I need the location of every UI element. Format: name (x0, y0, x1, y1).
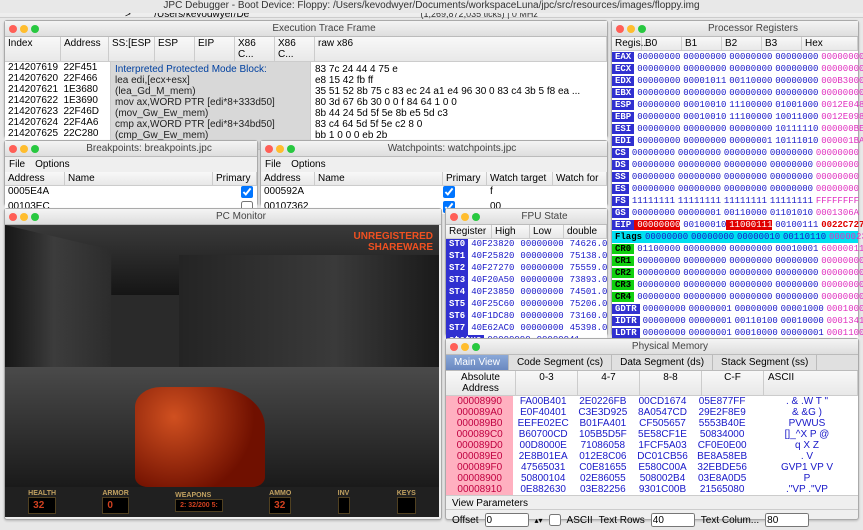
col-index[interactable]: Index (5, 37, 61, 61)
reg-col-name[interactable]: Regis... (612, 37, 642, 50)
reg-title: Processor Registers (652, 23, 854, 34)
trace-panel: Execution Trace Frame Index Address SS:[… (4, 20, 608, 138)
hud-ammo-label: AMMO (269, 490, 291, 497)
fpu-col-reg[interactable]: Register (446, 225, 492, 238)
menu-tools[interactable]: To: (100, 3, 113, 14)
wp-traffic[interactable] (265, 145, 295, 153)
bp-menu-options[interactable]: Options (35, 159, 69, 170)
view-params: Offset ▴▾ ASCII Text Rows Text Colum... (446, 509, 858, 530)
mem-col-ascii[interactable]: ASCII (764, 371, 858, 395)
fpu-col-double[interactable]: double (564, 225, 607, 238)
col-eip[interactable]: EIP (195, 37, 235, 61)
reg-col-b2[interactable]: B2 (722, 37, 762, 50)
menu-run[interactable]: Ru (75, 3, 88, 14)
mon-traffic[interactable] (9, 213, 39, 221)
bp-col-addr[interactable]: Address (5, 172, 65, 185)
wp-menu-options[interactable]: Options (291, 159, 325, 170)
hud-health: 32 (28, 497, 56, 514)
hud-inv-label: INV (338, 490, 351, 497)
wp-title: Watchpoints: watchpoints.jpc (301, 143, 603, 154)
watchpoints-panel: Watchpoints: watchpoints.jpc File Option… (260, 140, 608, 206)
trace-title: Execution Trace Frame (45, 23, 603, 34)
status-right: CDecoded: (1099396547 x86 Instr) | Execu… (421, 0, 851, 19)
fpu-rows[interactable]: ST040F238200000000074626.0ST140F25820000… (446, 239, 607, 347)
hud-keys-label: KEYS (397, 490, 416, 497)
path-text: /Users/kevodwyer/Documents/workspace HD … (154, 0, 414, 20)
mem-tab-main[interactable]: Main View (446, 355, 509, 370)
col-x86c1[interactable]: X86 C... (235, 37, 275, 61)
fpu-col-low[interactable]: Low (530, 225, 564, 238)
reg-col-b1[interactable]: B1 (682, 37, 722, 50)
menu-actions[interactable]: Acti (12, 3, 29, 14)
pc-monitor-panel: PC Monitor UNREGISTEREDSHAREWARE HEALTH3… (4, 208, 442, 520)
wp-col-name[interactable]: Name (315, 172, 443, 185)
vp-offset-input[interactable] (485, 513, 529, 527)
col-ssesp[interactable]: SS:[ESP (109, 37, 155, 61)
bp-traffic[interactable] (9, 145, 39, 153)
hud-inv (338, 497, 351, 514)
hud: HEALTH32 ARMOR0 WEAPONS2: 32/200 5: AMMO… (5, 487, 439, 517)
disassembly: Interpreted Protected Mode Block:lea edi… (111, 62, 311, 149)
unreg-1: UNREGISTERED (354, 231, 433, 242)
reg-col-b0[interactable]: B0 (642, 37, 682, 50)
col-address[interactable]: Address (61, 37, 109, 61)
fpu-traffic[interactable] (450, 213, 480, 221)
hud-keys (397, 497, 416, 514)
bp-menu-file[interactable]: File (9, 159, 25, 170)
trace-traffic[interactable] (9, 25, 39, 33)
col-x86c2[interactable]: X86 C... (275, 37, 315, 61)
mem-col-47[interactable]: 4-7 (578, 371, 640, 395)
hud-weapons-label: WEAPONS (175, 492, 223, 499)
fpu-title: FPU State (486, 211, 603, 222)
col-raw[interactable]: raw x86 (315, 37, 607, 61)
vp-ascii-check[interactable] (549, 514, 561, 526)
memory-panel: Physical Memory Main View Code Segment (… (445, 338, 859, 520)
hud-health-label: HEALTH (28, 490, 56, 497)
vp-rows-input[interactable] (651, 513, 695, 527)
menu-windows[interactable]: Winc (41, 3, 63, 14)
wp-menu-file[interactable]: File (265, 159, 281, 170)
mem-tabs[interactable]: Main View Code Segment (cs) Data Segment… (446, 355, 858, 371)
menu-fd[interactable]: FD > (125, 0, 144, 20)
bp-col-primary[interactable]: Primary (213, 172, 257, 185)
reg-rows[interactable]: EAX0000000000000000000000000000000000000… (612, 51, 858, 339)
mon-title: PC Monitor (45, 211, 437, 222)
menubar[interactable]: Acti Winc Ru To: FD > /Users/kevodwyer/D… (0, 0, 863, 18)
col-esp[interactable]: ESP (155, 37, 195, 61)
breakpoints-panel: Breakpoints: breakpoints.jpc File Option… (4, 140, 258, 206)
mem-tab-ds[interactable]: Data Segment (ds) (612, 355, 713, 370)
reg-traffic[interactable] (616, 25, 646, 33)
fpu-col-high[interactable]: High (492, 225, 530, 238)
bp-col-name[interactable]: Name (65, 172, 213, 185)
wp-col-primary[interactable]: Primary (443, 172, 487, 185)
game-screen: UNREGISTEREDSHAREWARE HEALTH32 ARMOR0 WE… (5, 225, 439, 517)
mem-traffic[interactable] (450, 343, 480, 351)
mem-col-03[interactable]: 0-3 (516, 371, 578, 395)
reg-col-b3[interactable]: B3 (762, 37, 802, 50)
mem-rows[interactable]: 00008990FA00B4012E0226FB00CD167405E877FF… (446, 396, 858, 495)
hud-ammo: 32 (269, 497, 291, 514)
vp-label: View Parameters (446, 495, 858, 509)
wp-col-target[interactable]: Watch target (487, 172, 553, 185)
unreg-2: SHAREWARE (354, 242, 433, 253)
trace-index-list[interactable]: 21420761922F45121420762022F4662142076211… (5, 62, 111, 149)
mem-col-addr[interactable]: Absolute Address (446, 371, 516, 395)
reg-col-hex[interactable]: Hex (802, 37, 858, 50)
fpu-panel: FPU State Register High Low double ST040… (445, 208, 608, 336)
vp-cols-input[interactable] (765, 513, 809, 527)
hud-armor: 0 (102, 497, 128, 514)
wp-col-addr[interactable]: Address (261, 172, 315, 185)
mem-title: Physical Memory (486, 341, 854, 352)
wp-col-for[interactable]: Watch for (553, 172, 607, 185)
hud-weapons: 2: 32/200 5: (175, 499, 223, 512)
mem-col-cf[interactable]: C-F (702, 371, 764, 395)
registers-panel: Processor Registers Regis... B0 B1 B2 B3… (611, 20, 859, 336)
mem-col-8b[interactable]: 8-8 (640, 371, 702, 395)
vp-stepper[interactable]: ▴▾ (535, 516, 543, 525)
raw-hex: 83 7c 24 44 4 75 ee8 15 42 fb ff35 51 52… (311, 62, 607, 149)
hud-armor-label: ARMOR (102, 490, 128, 497)
mem-tab-ss[interactable]: Stack Segment (ss) (713, 355, 817, 370)
bp-title: Breakpoints: breakpoints.jpc (45, 143, 253, 154)
mem-tab-cs[interactable]: Code Segment (cs) (509, 355, 612, 370)
